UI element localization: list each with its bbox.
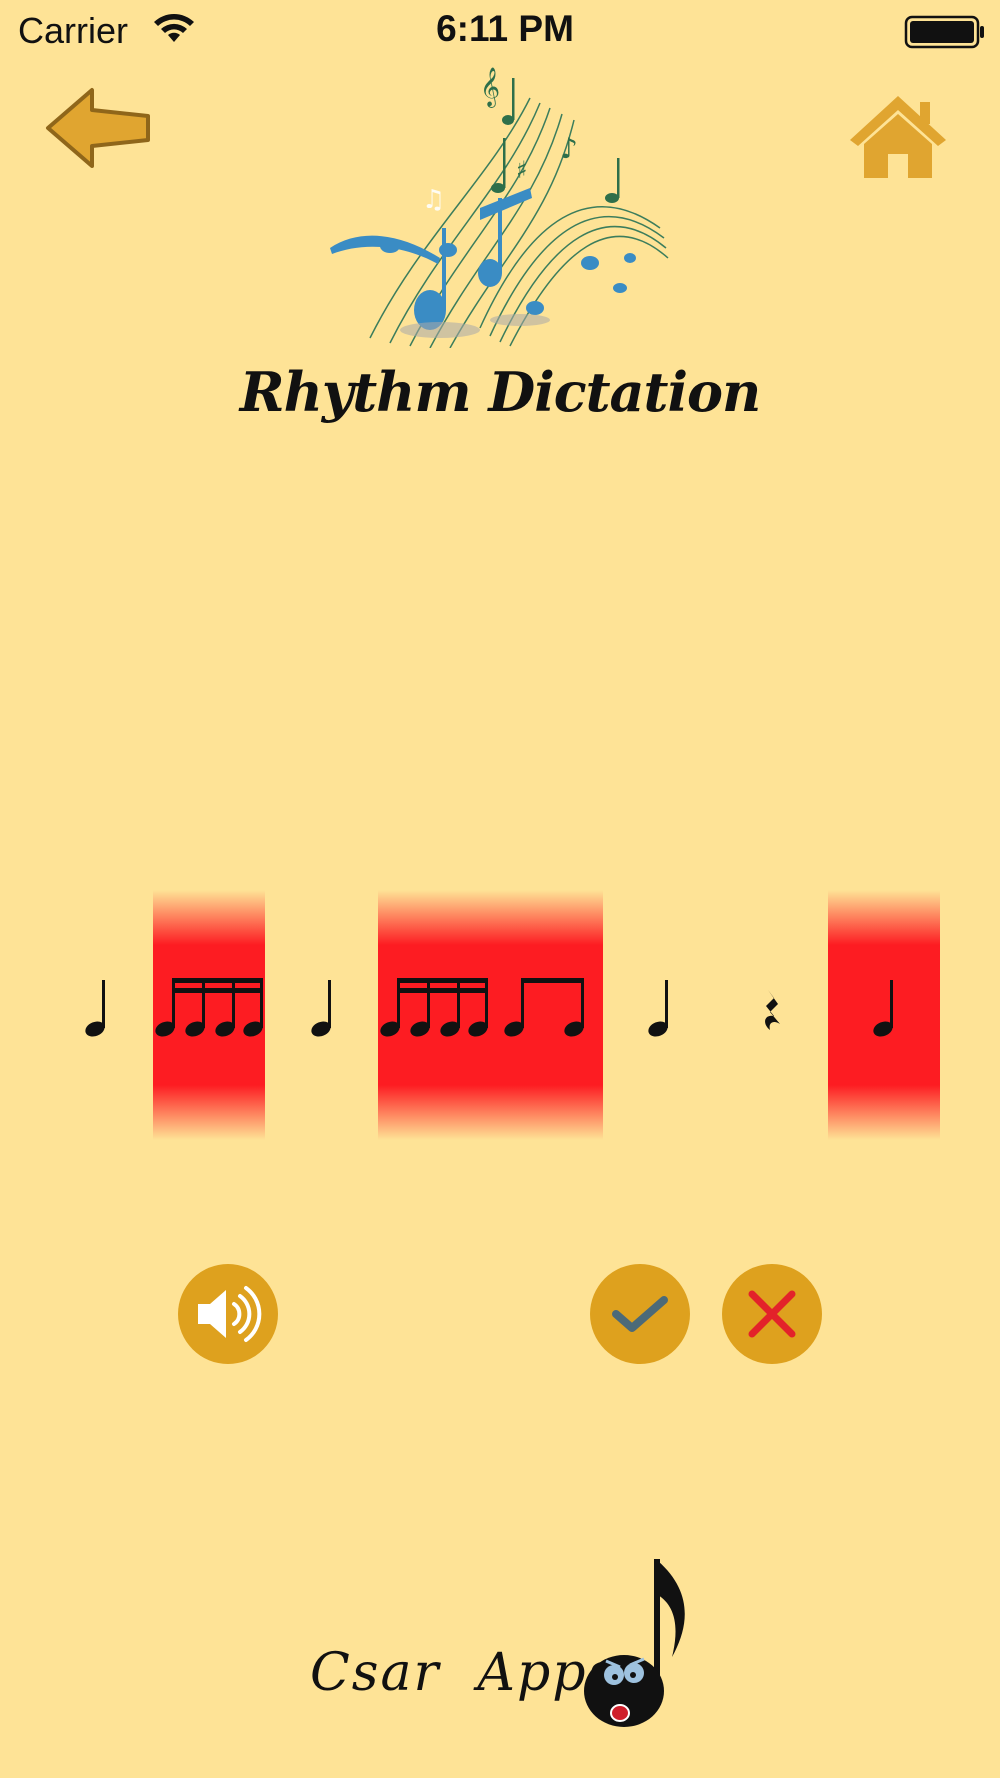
speaker-icon [198,1286,262,1342]
quarter-note-icon [873,980,893,1037]
svg-text:♫: ♫ [422,185,445,215]
beat-2[interactable] [153,890,265,1140]
check-answer-button[interactable] [590,1264,690,1364]
play-audio-button[interactable] [178,1264,278,1364]
quarter-note-icon [311,980,331,1037]
singing-eighth-note-mascot-icon [584,1559,685,1727]
svg-text:♯: ♯ [516,156,528,184]
rhythm-dictation-row [40,890,960,1140]
quarter-note-icon [648,980,668,1037]
back-button[interactable] [44,86,154,170]
two-eighth-notes-icon [504,978,584,1037]
x-icon [748,1290,796,1338]
home-icon [850,96,946,178]
clear-answer-button[interactable] [722,1264,822,1364]
four-sixteenth-notes-icon [155,978,263,1037]
home-button[interactable] [846,92,950,182]
status-time: 6:11 PM [436,8,574,49]
brand-logo: Csar Apps [300,1555,700,1735]
status-bar: Carrier 6:11 PM [0,0,1000,64]
quarter-rest-icon [765,990,780,1030]
music-notes-swirl-icon: 𝄞 ♯ ♪ ♫ [330,67,669,348]
arrow-left-icon [46,88,150,168]
beat-7[interactable] [716,890,828,1140]
page-title: Rhythm Dictation [239,360,762,424]
svg-text:♪: ♪ [560,132,578,165]
beat-1[interactable] [40,890,152,1140]
four-sixteenth-notes-icon [380,978,584,1037]
quarter-note-icon [85,980,105,1037]
svg-text:𝄞: 𝄞 [480,67,500,108]
battery-full-icon [904,15,984,49]
checkmark-icon [612,1296,668,1332]
beat-8[interactable] [828,890,940,1140]
beat-4-5[interactable] [378,890,603,1140]
beat-6[interactable] [603,890,715,1140]
beat-3[interactable] [266,890,378,1140]
